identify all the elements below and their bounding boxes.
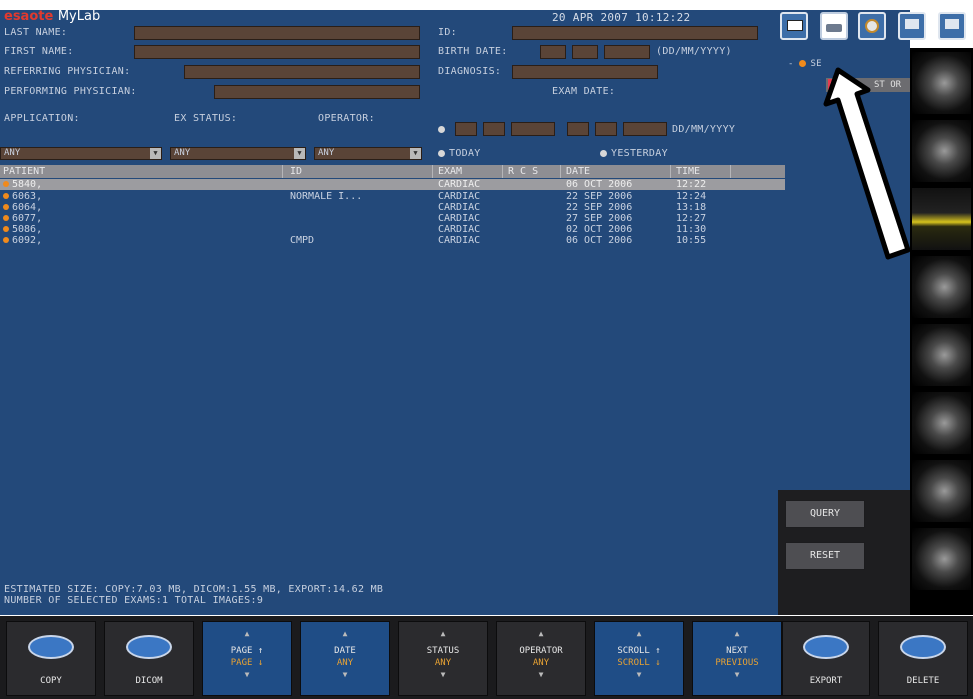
pointer-arrow-icon xyxy=(823,67,911,260)
screen: esaote MyLab 20 APR 2007 10:12:22 LAST N… xyxy=(0,0,973,699)
arrow-shape xyxy=(823,67,911,260)
